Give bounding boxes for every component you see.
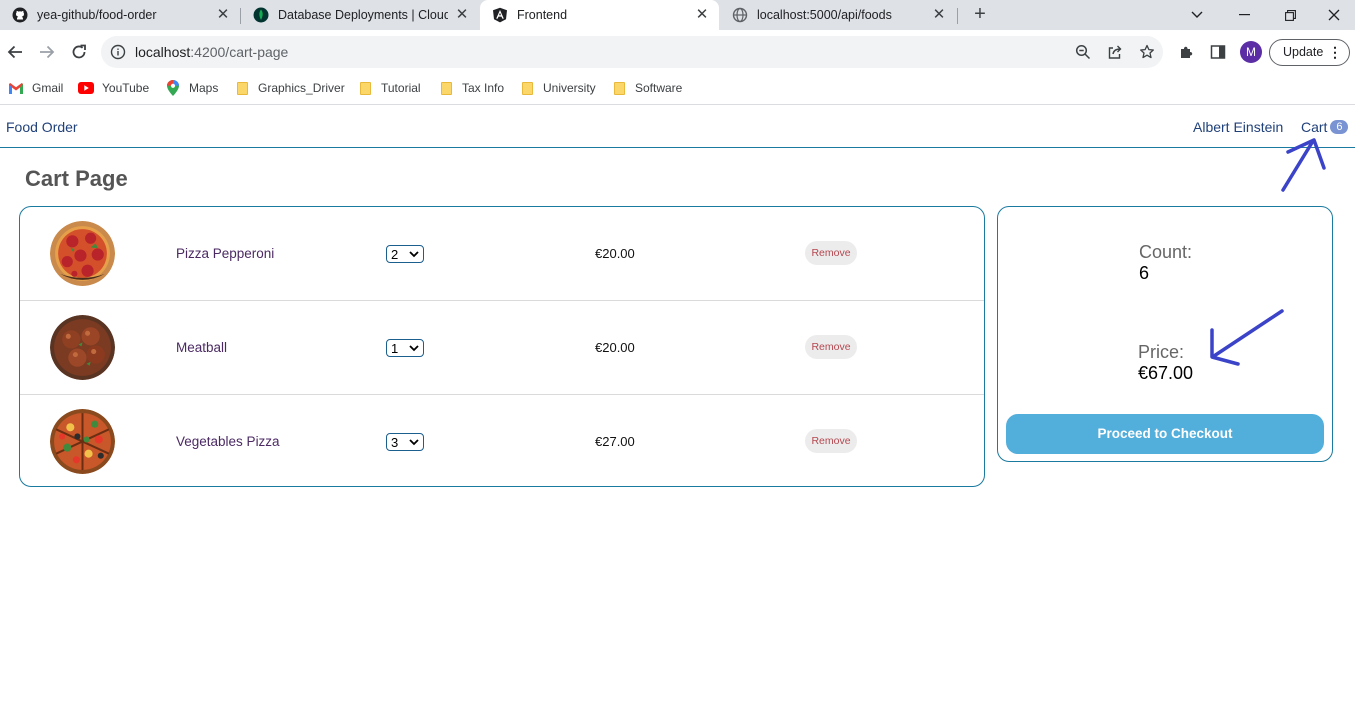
- angular-icon: [492, 7, 508, 23]
- bookmark-maps[interactable]: Maps: [165, 80, 218, 96]
- proceed-to-checkout-button[interactable]: Proceed to Checkout: [1006, 414, 1324, 454]
- cart-count-badge: 6: [1330, 120, 1349, 134]
- meatball-image: [50, 315, 115, 380]
- update-button[interactable]: Update ⋮: [1269, 39, 1350, 66]
- tab-label: yea-github/food-order: [37, 8, 157, 22]
- count-label: Count:: [1139, 242, 1193, 262]
- url-path: :4200/cart-page: [190, 44, 289, 60]
- bookmark-label: Tutorial: [381, 81, 421, 95]
- close-window-icon[interactable]: [1311, 0, 1355, 30]
- remove-button[interactable]: Remove: [805, 335, 857, 359]
- folder-icon: [611, 80, 627, 96]
- tab-search-chevron-icon[interactable]: [1174, 0, 1220, 30]
- quantity-select[interactable]: 2: [386, 245, 424, 263]
- count-value: 6: [1139, 263, 1150, 283]
- close-icon[interactable]: ✕: [215, 7, 231, 23]
- total-price-value: €67.00: [1138, 363, 1194, 383]
- remove-button[interactable]: Remove: [805, 241, 857, 265]
- quantity-value: 3: [391, 435, 399, 450]
- gmail-icon: [8, 80, 24, 96]
- side-panel-icon[interactable]: [1208, 42, 1228, 62]
- tab-label: localhost:5000/api/foods: [757, 8, 892, 22]
- pizza-pepperoni-image: [50, 221, 115, 286]
- mongodb-leaf-icon: [253, 7, 269, 23]
- update-button-label: Update: [1283, 45, 1324, 59]
- minimize-icon[interactable]: [1221, 0, 1267, 30]
- folder-icon: [357, 80, 373, 96]
- close-icon[interactable]: ✕: [931, 7, 947, 23]
- back-arrow-icon[interactable]: [3, 40, 27, 64]
- folder-icon: [438, 80, 454, 96]
- cart-item-row: Meatball 1 €20.00 Remove: [20, 301, 984, 395]
- cart-item-row: Pizza Pepperoni 2 €20.00 Remove: [20, 207, 984, 301]
- page-title: Cart Page: [25, 166, 128, 191]
- app-header: [0, 106, 1355, 148]
- forward-arrow-icon[interactable]: [35, 40, 59, 64]
- restore-icon[interactable]: [1267, 0, 1313, 30]
- bookmark-folder-software[interactable]: Software: [611, 80, 682, 96]
- food-name-link[interactable]: Pizza Pepperoni: [176, 246, 274, 261]
- bookmark-label: Maps: [189, 81, 219, 95]
- bookmark-star-icon[interactable]: [1137, 42, 1157, 62]
- bookmark-label: YouTube: [102, 81, 150, 95]
- tab-separator: [957, 8, 958, 24]
- chevron-down-icon: [409, 247, 419, 264]
- github-icon: [12, 7, 28, 23]
- vegetables-pizza-image: [50, 409, 115, 474]
- quantity-select[interactable]: 3: [386, 433, 424, 451]
- site-info-icon[interactable]: [109, 43, 127, 61]
- browser-tab-github[interactable]: yea-github/food-order ✕: [0, 0, 240, 30]
- bookmark-folder-tutorial[interactable]: Tutorial: [357, 80, 421, 96]
- close-icon[interactable]: ✕: [454, 7, 470, 23]
- bookmark-label: Tax Info: [462, 81, 505, 95]
- bookmark-folder-tax-info[interactable]: Tax Info: [438, 80, 504, 96]
- cart-item-row: Vegetables Pizza 3 €27.00 Remove: [20, 395, 984, 489]
- new-tab-button[interactable]: +: [969, 4, 991, 26]
- extensions-puzzle-icon[interactable]: [1177, 42, 1197, 62]
- chevron-down-icon: [409, 341, 419, 358]
- remove-button[interactable]: Remove: [805, 429, 857, 453]
- globe-icon: [732, 7, 748, 23]
- tab-label: Database Deployments | Cloud: M: [278, 8, 448, 22]
- food-name-link[interactable]: Vegetables Pizza: [176, 434, 280, 449]
- kebab-menu-icon[interactable]: ⋮: [1328, 43, 1342, 61]
- browser-tab-api[interactable]: localhost:5000/api/foods ✕: [720, 0, 956, 30]
- cart-label: Cart: [1301, 119, 1328, 135]
- youtube-icon: [78, 80, 94, 96]
- bookmark-label: University: [543, 81, 596, 95]
- item-price: €20.00: [595, 246, 635, 261]
- url-host: localhost: [135, 44, 191, 60]
- cart-item-list: Pizza Pepperoni 2 €20.00 Remove Meatball…: [19, 206, 985, 487]
- browser-tab-frontend[interactable]: Frontend ✕: [480, 0, 719, 30]
- close-icon[interactable]: ✕: [694, 7, 710, 23]
- address-url[interactable]: localhost:4200/cart-page: [135, 44, 288, 60]
- bookmark-youtube[interactable]: YouTube: [78, 80, 149, 96]
- browser-tab-mongodb[interactable]: Database Deployments | Cloud: M ✕: [241, 0, 479, 30]
- item-price: €27.00: [595, 434, 635, 449]
- item-price: €20.00: [595, 340, 635, 355]
- cart-link[interactable]: Cart 6: [1301, 119, 1349, 135]
- bookmark-label: Graphics_Driver: [258, 81, 345, 95]
- user-link[interactable]: Albert Einstein: [1193, 119, 1283, 135]
- quantity-value: 2: [391, 247, 399, 262]
- quantity-value: 1: [391, 341, 399, 356]
- maps-icon: [165, 80, 181, 96]
- bookmark-gmail[interactable]: Gmail: [8, 80, 63, 96]
- bookmark-label: Software: [635, 81, 683, 95]
- folder-icon: [234, 80, 250, 96]
- profile-avatar[interactable]: M: [1240, 41, 1262, 63]
- zoom-icon[interactable]: [1073, 42, 1093, 62]
- folder-icon: [519, 80, 535, 96]
- quantity-select[interactable]: 1: [386, 339, 424, 357]
- brand-link[interactable]: Food Order: [6, 119, 78, 135]
- reload-icon[interactable]: [67, 40, 91, 64]
- bookmark-folder-graphics-driver[interactable]: Graphics_Driver: [234, 80, 345, 96]
- tab-label: Frontend: [517, 8, 568, 22]
- bookmark-label: Gmail: [32, 81, 64, 95]
- share-icon[interactable]: [1105, 42, 1125, 62]
- chevron-down-icon: [409, 435, 419, 452]
- price-label: Price:: [1138, 342, 1185, 362]
- bookmark-folder-university[interactable]: University: [519, 80, 596, 96]
- food-name-link[interactable]: Meatball: [176, 340, 227, 355]
